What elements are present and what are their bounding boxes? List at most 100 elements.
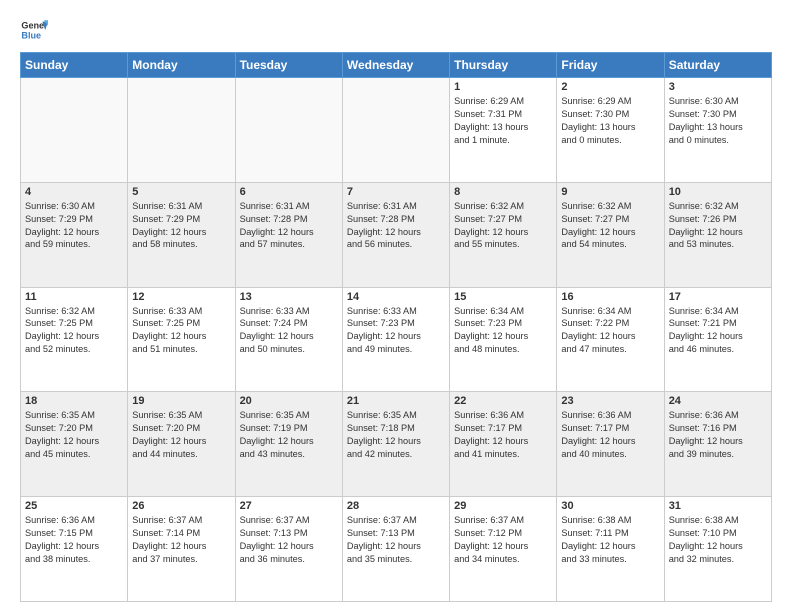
calendar-cell: 30Sunrise: 6:38 AM Sunset: 7:11 PM Dayli… (557, 497, 664, 602)
calendar-header-saturday: Saturday (664, 53, 771, 78)
day-info: Sunrise: 6:34 AM Sunset: 7:23 PM Dayligh… (454, 305, 552, 357)
calendar-week-row: 18 Sunrise: 6:35 AM Sunset: 7:20 PM Dayli… (21, 392, 772, 497)
logo-icon: General Blue (20, 16, 48, 44)
calendar-header-row: SundayMondayTuesdayWednesdayThursdayFrid… (21, 53, 772, 78)
day-info: Sunrise: 6:30 AM Sunset: 7:30 PM Dayligh… (669, 95, 767, 147)
day-info: Sunrise: 6:37 AM Sunset: 7:13 PM Dayligh… (347, 514, 445, 566)
page: General Blue SundayMondayTuesdayWednesda… (0, 0, 792, 612)
day-number: 28 (347, 500, 445, 512)
calendar-cell: 12Sunrise: 6:33 AM Sunset: 7:25 PM Dayli… (128, 287, 235, 392)
day-number: 16 (561, 291, 659, 303)
calendar-cell: 24 Sunrise: 6:36 AM Sunset: 7:16 PM Dayli… (664, 392, 771, 497)
day-info: Sunrise: 6:31 AM Sunset: 7:28 PM Dayligh… (240, 200, 338, 252)
calendar-cell (128, 78, 235, 183)
calendar-header-wednesday: Wednesday (342, 53, 449, 78)
calendar-cell: 2 Sunrise: 6:29 AM Sunset: 7:30 PM Daylig… (557, 78, 664, 183)
day-info: Sunrise: 6:37 AM Sunset: 7:12 PM Dayligh… (454, 514, 552, 566)
day-info: Sunrise: 6:36 AM Sunset: 7:17 PM Dayligh… (561, 409, 659, 461)
calendar-header-monday: Monday (128, 53, 235, 78)
day-number: 22 (454, 395, 552, 407)
day-number: 24 (669, 395, 767, 407)
day-number: 31 (669, 500, 767, 512)
day-number: 20 (240, 395, 338, 407)
day-number: 17 (669, 291, 767, 303)
calendar-cell: 17 Sunrise: 6:34 AM Sunset: 7:21 PM Dayli… (664, 287, 771, 392)
day-info: Sunrise: 6:36 AM Sunset: 7:15 PM Dayligh… (25, 514, 123, 566)
calendar: SundayMondayTuesdayWednesdayThursdayFrid… (20, 52, 772, 602)
svg-text:Blue: Blue (21, 30, 41, 40)
calendar-cell: 18 Sunrise: 6:35 AM Sunset: 7:20 PM Dayli… (21, 392, 128, 497)
day-info: Sunrise: 6:33 AM Sunset: 7:24 PM Dayligh… (240, 305, 338, 357)
day-number: 27 (240, 500, 338, 512)
day-info: Sunrise: 6:32 AM Sunset: 7:27 PM Dayligh… (454, 200, 552, 252)
day-info: Sunrise: 6:34 AM Sunset: 7:21 PM Dayligh… (669, 305, 767, 357)
day-number: 21 (347, 395, 445, 407)
day-info: Sunrise: 6:29 AM Sunset: 7:31 PM Dayligh… (454, 95, 552, 147)
calendar-cell (342, 78, 449, 183)
day-number: 15 (454, 291, 552, 303)
day-number: 14 (347, 291, 445, 303)
day-info: Sunrise: 6:37 AM Sunset: 7:13 PM Dayligh… (240, 514, 338, 566)
day-info: Sunrise: 6:31 AM Sunset: 7:29 PM Dayligh… (132, 200, 230, 252)
calendar-cell: 23 Sunrise: 6:36 AM Sunset: 7:17 PM Dayli… (557, 392, 664, 497)
calendar-week-row: 1 Sunrise: 6:29 AM Sunset: 7:31 PM Daylig… (21, 78, 772, 183)
calendar-cell: 9Sunrise: 6:32 AM Sunset: 7:27 PM Daylig… (557, 182, 664, 287)
calendar-cell: 21 Sunrise: 6:35 AM Sunset: 7:18 PM Dayli… (342, 392, 449, 497)
header: General Blue (20, 16, 772, 44)
day-info: Sunrise: 6:35 AM Sunset: 7:20 PM Dayligh… (25, 409, 123, 461)
day-number: 2 (561, 81, 659, 93)
calendar-cell: 20 Sunrise: 6:35 AM Sunset: 7:19 PM Dayli… (235, 392, 342, 497)
calendar-cell: 1 Sunrise: 6:29 AM Sunset: 7:31 PM Daylig… (450, 78, 557, 183)
day-info: Sunrise: 6:34 AM Sunset: 7:22 PM Dayligh… (561, 305, 659, 357)
calendar-week-row: 11 Sunrise: 6:32 AM Sunset: 7:25 PM Dayli… (21, 287, 772, 392)
calendar-cell: 10 Sunrise: 6:32 AM Sunset: 7:26 PM Dayli… (664, 182, 771, 287)
day-info: Sunrise: 6:35 AM Sunset: 7:18 PM Dayligh… (347, 409, 445, 461)
calendar-cell: 4 Sunrise: 6:30 AM Sunset: 7:29 PM Daylig… (21, 182, 128, 287)
day-info: Sunrise: 6:35 AM Sunset: 7:20 PM Dayligh… (132, 409, 230, 461)
day-number: 23 (561, 395, 659, 407)
calendar-cell: 27 Sunrise: 6:37 AM Sunset: 7:13 PM Dayli… (235, 497, 342, 602)
calendar-cell: 29 Sunrise: 6:37 AM Sunset: 7:12 PM Dayli… (450, 497, 557, 602)
logo: General Blue (20, 16, 48, 44)
day-number: 18 (25, 395, 123, 407)
calendar-cell: 31 Sunrise: 6:38 AM Sunset: 7:10 PM Dayli… (664, 497, 771, 602)
calendar-week-row: 4 Sunrise: 6:30 AM Sunset: 7:29 PM Daylig… (21, 182, 772, 287)
day-info: Sunrise: 6:29 AM Sunset: 7:30 PM Dayligh… (561, 95, 659, 147)
day-number: 19 (132, 395, 230, 407)
calendar-header-sunday: Sunday (21, 53, 128, 78)
day-info: Sunrise: 6:37 AM Sunset: 7:14 PM Dayligh… (132, 514, 230, 566)
day-number: 29 (454, 500, 552, 512)
day-info: Sunrise: 6:36 AM Sunset: 7:17 PM Dayligh… (454, 409, 552, 461)
calendar-cell: 6Sunrise: 6:31 AM Sunset: 7:28 PM Daylig… (235, 182, 342, 287)
day-number: 8 (454, 186, 552, 198)
calendar-cell: 26Sunrise: 6:37 AM Sunset: 7:14 PM Dayli… (128, 497, 235, 602)
day-number: 4 (25, 186, 123, 198)
day-number: 11 (25, 291, 123, 303)
day-number: 12 (132, 291, 230, 303)
day-info: Sunrise: 6:32 AM Sunset: 7:25 PM Dayligh… (25, 305, 123, 357)
calendar-cell: 5 Sunrise: 6:31 AM Sunset: 7:29 PM Daylig… (128, 182, 235, 287)
day-info: Sunrise: 6:32 AM Sunset: 7:26 PM Dayligh… (669, 200, 767, 252)
day-info: Sunrise: 6:30 AM Sunset: 7:29 PM Dayligh… (25, 200, 123, 252)
day-info: Sunrise: 6:35 AM Sunset: 7:19 PM Dayligh… (240, 409, 338, 461)
calendar-cell: 3Sunrise: 6:30 AM Sunset: 7:30 PM Daylig… (664, 78, 771, 183)
calendar-cell: 25 Sunrise: 6:36 AM Sunset: 7:15 PM Dayli… (21, 497, 128, 602)
calendar-header-tuesday: Tuesday (235, 53, 342, 78)
day-number: 9 (561, 186, 659, 198)
calendar-header-thursday: Thursday (450, 53, 557, 78)
calendar-header-friday: Friday (557, 53, 664, 78)
day-info: Sunrise: 6:36 AM Sunset: 7:16 PM Dayligh… (669, 409, 767, 461)
calendar-cell: 15 Sunrise: 6:34 AM Sunset: 7:23 PM Dayli… (450, 287, 557, 392)
day-number: 10 (669, 186, 767, 198)
day-number: 1 (454, 81, 552, 93)
day-number: 5 (132, 186, 230, 198)
calendar-cell: 8 Sunrise: 6:32 AM Sunset: 7:27 PM Daylig… (450, 182, 557, 287)
calendar-cell: 14 Sunrise: 6:33 AM Sunset: 7:23 PM Dayli… (342, 287, 449, 392)
calendar-cell: 7Sunrise: 6:31 AM Sunset: 7:28 PM Daylig… (342, 182, 449, 287)
day-number: 25 (25, 500, 123, 512)
day-info: Sunrise: 6:38 AM Sunset: 7:11 PM Dayligh… (561, 514, 659, 566)
day-info: Sunrise: 6:38 AM Sunset: 7:10 PM Dayligh… (669, 514, 767, 566)
calendar-cell: 13 Sunrise: 6:33 AM Sunset: 7:24 PM Dayli… (235, 287, 342, 392)
day-number: 13 (240, 291, 338, 303)
day-info: Sunrise: 6:33 AM Sunset: 7:23 PM Dayligh… (347, 305, 445, 357)
